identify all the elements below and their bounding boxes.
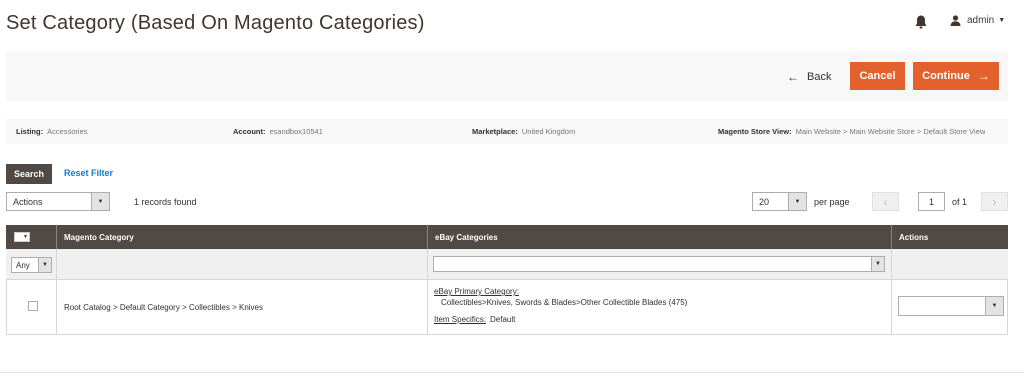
- page-number-input[interactable]: 1: [918, 192, 945, 211]
- grid-filter-row: Any ▼ ▼: [6, 249, 1008, 280]
- per-page-value: 20: [759, 197, 770, 207]
- bell-icon[interactable]: [914, 14, 928, 30]
- user-menu[interactable]: admin ▼: [950, 15, 1005, 26]
- continue-button[interactable]: Continue →: [913, 62, 999, 90]
- chevron-down-icon: ▼: [23, 234, 28, 240]
- next-page-button[interactable]: ›: [981, 192, 1008, 211]
- account-value: esandbox10541: [269, 127, 323, 136]
- chevron-down-icon: ▼: [91, 193, 109, 210]
- item-specifics: Item Specifics: Default: [434, 315, 515, 324]
- marketplace-value: United Kingdom: [521, 127, 576, 136]
- records-found: 1 records found: [134, 197, 197, 207]
- row-action-select[interactable]: ▼: [898, 296, 1004, 316]
- column-divider: [891, 280, 892, 335]
- store-view-info: Magento Store View: Main Website > Main W…: [718, 127, 985, 136]
- item-specifics-label: Item Specifics:: [434, 315, 487, 324]
- chevron-down-icon: ▼: [788, 193, 806, 210]
- marketplace-info: Marketplace: United Kingdom: [472, 127, 575, 136]
- column-divider: [427, 249, 428, 280]
- chevron-right-icon: ›: [992, 194, 997, 209]
- user-icon: [950, 15, 961, 26]
- table-row: Root Catalog > Default Category > Collec…: [6, 280, 1008, 335]
- ebay-primary-category-label: eBay Primary Category:: [434, 287, 519, 296]
- listing-value: Accessories: [47, 127, 88, 136]
- continue-button-label: Continue: [922, 70, 970, 82]
- user-name: admin: [967, 15, 995, 26]
- listing-label: Listing:: [16, 127, 44, 136]
- column-divider: [891, 249, 892, 280]
- account-label: Account:: [233, 127, 266, 136]
- store-view-label: Magento Store View:: [718, 127, 792, 136]
- ebay-category-filter-select[interactable]: ▼: [433, 256, 885, 272]
- arrow-left-icon: ←: [787, 70, 799, 84]
- arrow-right-icon: →: [977, 69, 990, 83]
- row-checkbox[interactable]: [28, 301, 38, 311]
- marketplace-label: Marketplace:: [472, 127, 518, 136]
- ebay-primary-category-value: Collectibles>Knives, Swords & Blades>Oth…: [441, 298, 688, 307]
- column-magento-category[interactable]: Magento Category: [56, 225, 427, 249]
- search-button[interactable]: Search: [6, 164, 52, 184]
- item-specifics-value: Default: [490, 315, 516, 324]
- per-page-label: per page: [814, 197, 850, 207]
- column-divider: [56, 280, 57, 335]
- page-title: Set Category (Based On Magento Categorie…: [6, 12, 425, 34]
- store-view-value: Main Website > Main Website Store > Defa…: [795, 127, 986, 136]
- reset-filter-link[interactable]: Reset Filter: [64, 168, 113, 178]
- account-info: Account: esandbox10541: [233, 127, 323, 136]
- column-actions: Actions: [891, 225, 1008, 249]
- listing-info: Listing: Accessories: [16, 127, 88, 136]
- chevron-left-icon: ‹: [883, 194, 888, 209]
- grid-header: ▼ Magento Category eBay Categories Actio…: [6, 225, 1008, 249]
- previous-page-button[interactable]: ‹: [872, 192, 899, 211]
- mass-actions-select[interactable]: Actions ▼: [6, 192, 110, 211]
- column-divider: [427, 280, 428, 335]
- back-button-label: Back: [807, 71, 832, 83]
- back-button[interactable]: ← Back: [787, 64, 831, 90]
- column-ebay-categories[interactable]: eBay Categories: [427, 225, 891, 249]
- magento-category-cell: Root Catalog > Default Category > Collec…: [64, 303, 263, 312]
- chevron-down-icon: ▼: [985, 297, 1003, 315]
- page-divider: [0, 372, 1024, 373]
- listing-info-bar: Listing: Accessories Account: esandbox1054…: [6, 119, 1008, 144]
- total-pages: of 1: [952, 197, 968, 207]
- checkbox-filter-value: Any: [16, 261, 30, 270]
- checkbox-filter-select[interactable]: Any ▼: [11, 257, 52, 273]
- chevron-down-icon: ▼: [998, 17, 1006, 24]
- mass-actions-value: Actions: [13, 197, 43, 207]
- cancel-button[interactable]: Cancel: [850, 62, 905, 90]
- mass-select-checkbox[interactable]: ▼: [14, 232, 30, 242]
- chevron-down-icon: ▼: [871, 257, 884, 271]
- chevron-down-icon: ▼: [38, 258, 51, 272]
- per-page-select[interactable]: 20 ▼: [752, 192, 807, 211]
- column-divider: [56, 249, 57, 280]
